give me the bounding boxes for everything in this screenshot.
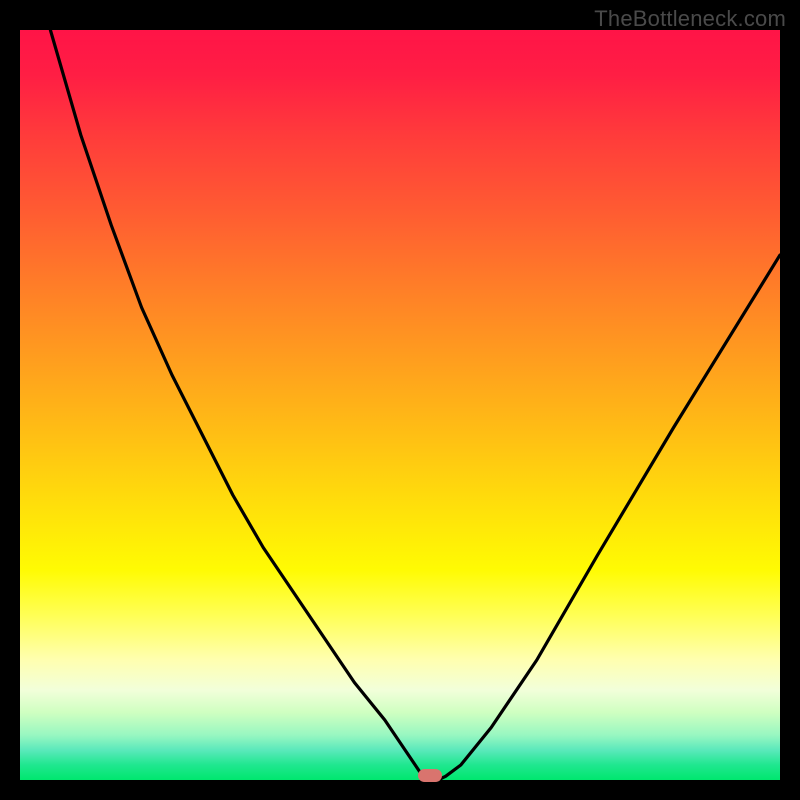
bottleneck-curve (20, 30, 780, 780)
minimum-marker (418, 769, 442, 782)
chart-frame: TheBottleneck.com (0, 0, 800, 800)
watermark-label: TheBottleneck.com (594, 6, 786, 32)
plot-area (20, 30, 780, 780)
